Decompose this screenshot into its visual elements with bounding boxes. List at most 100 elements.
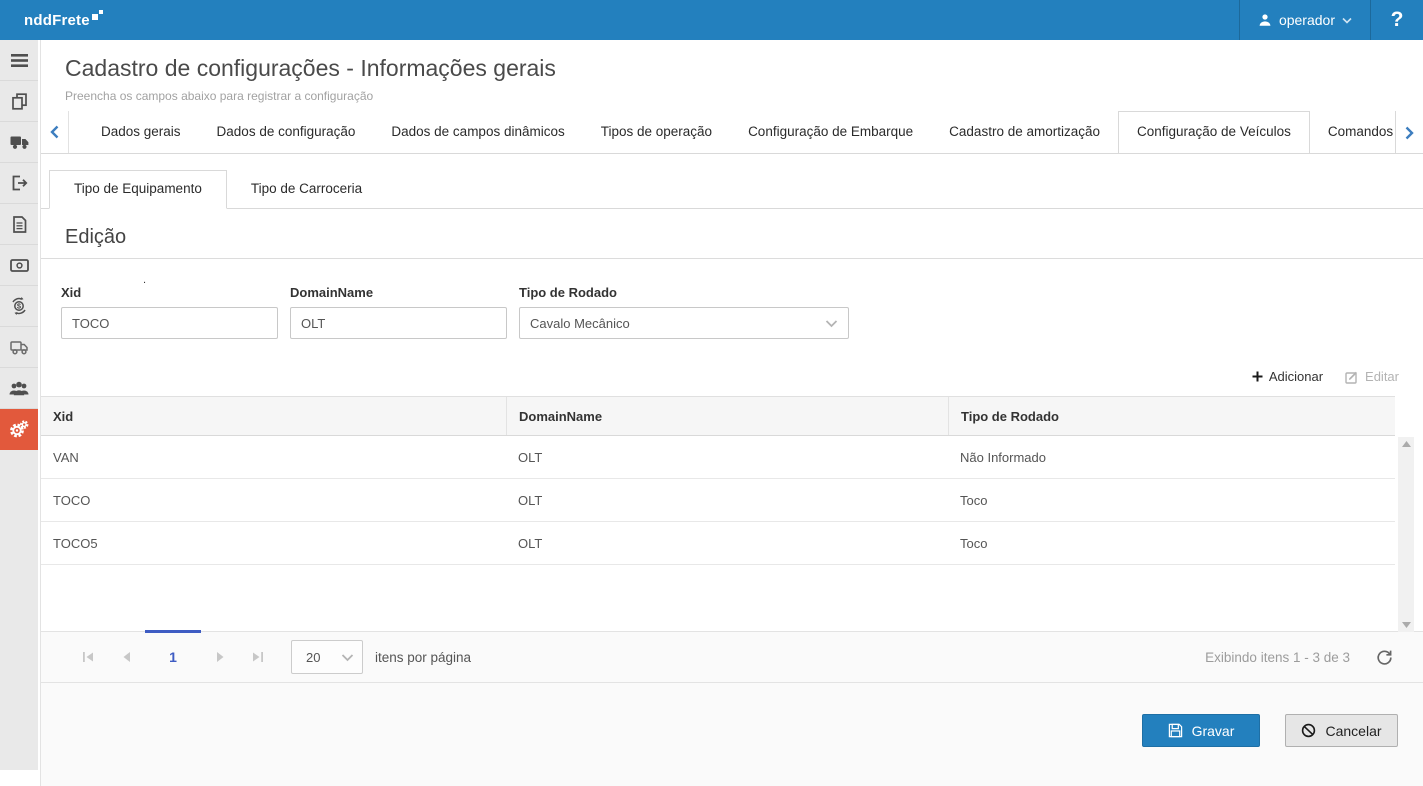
sidebar-item-menu[interactable]: [0, 40, 38, 81]
subtab-tipo-de-equipamento[interactable]: Tipo de Equipamento: [49, 170, 227, 209]
add-button[interactable]: Adicionar: [1252, 369, 1323, 384]
table-row[interactable]: TOCO OLT Toco: [41, 479, 1395, 522]
sidebar-item-settings[interactable]: [0, 409, 38, 450]
topbar: nddFrete operador ?: [0, 0, 1423, 40]
tipo-de-rodado-label: Tipo de Rodado: [519, 285, 849, 300]
sidebar-item-money[interactable]: [0, 245, 38, 286]
tipo-de-rodado-select[interactable]: Cavalo Mecânico: [519, 307, 849, 339]
arrow-right-icon: [216, 651, 225, 663]
row-cell: Toco: [948, 479, 1395, 521]
chevron-down-icon: [341, 653, 354, 662]
tipo-de-rodado-value: Cavalo Mecânico: [530, 316, 825, 331]
sidebar-item-copy[interactable]: [0, 81, 38, 122]
tab-dados-de-campos-dinamicos[interactable]: Dados de campos dinâmicos: [373, 111, 582, 153]
chevron-left-icon: [50, 125, 59, 139]
help-label: ?: [1391, 8, 1404, 32]
refresh-button[interactable]: [1376, 649, 1393, 666]
sidebar-item-delivery-truck[interactable]: [0, 327, 38, 368]
users-icon: [9, 381, 29, 396]
topbar-spacer: [103, 0, 1239, 40]
tabs-scroll-left-button[interactable]: [41, 111, 69, 153]
save-button-label: Gravar: [1192, 723, 1235, 739]
row-cell: TOCO5: [41, 522, 506, 564]
document-icon: [12, 216, 27, 233]
row-cell: VAN: [41, 436, 506, 478]
save-button[interactable]: Gravar: [1142, 714, 1260, 747]
user-menu[interactable]: operador: [1239, 0, 1371, 40]
tab-cadastro-de-amortizacao[interactable]: Cadastro de amortização: [931, 111, 1118, 153]
cancel-icon: [1301, 723, 1316, 738]
cancel-button-label: Cancelar: [1325, 723, 1381, 739]
edit-section-header: Edição: [41, 209, 1423, 259]
truck-icon: [10, 135, 29, 150]
add-button-label: Adicionar: [1269, 369, 1323, 384]
tab-configuracao-de-embarque[interactable]: Configuração de Embarque: [730, 111, 931, 153]
sidebar-item-users[interactable]: [0, 368, 38, 409]
table-row[interactable]: VAN OLT Não Informado: [41, 436, 1395, 479]
arrow-left-icon: [122, 651, 131, 663]
subtabstrip: Tipo de Equipamento Tipo de Carroceria: [41, 170, 1423, 209]
main-content: Cadastro de configurações - Informações …: [40, 40, 1423, 786]
grid-header-xid[interactable]: Xid: [41, 397, 506, 435]
edit-icon: [1345, 370, 1359, 384]
tab-dados-gerais[interactable]: Dados gerais: [83, 111, 199, 153]
tab-dados-de-configuracao[interactable]: Dados de configuração: [199, 111, 374, 153]
grid-header-domainname[interactable]: DomainName: [506, 397, 948, 435]
sign-out-icon: [11, 175, 28, 191]
xid-input[interactable]: [61, 307, 278, 339]
page-header: Cadastro de configurações - Informações …: [41, 40, 1423, 111]
tabs-scroll-right-button[interactable]: [1395, 111, 1423, 154]
sidebar-item-currency-exchange[interactable]: $: [0, 286, 38, 327]
copy-icon: [11, 93, 28, 110]
scroll-up-icon: [1402, 441, 1411, 447]
gears-icon: [9, 420, 29, 438]
pager-status: Exibindo itens 1 - 3 de 3: [1205, 650, 1350, 665]
money-bill-icon: [10, 259, 29, 272]
grid-actions: Adicionar Editar: [41, 369, 1423, 384]
page-size-select[interactable]: 20: [291, 640, 363, 674]
app-logo: nddFrete: [0, 0, 103, 40]
pager-last-button[interactable]: [239, 631, 277, 683]
seek-last-icon: [252, 651, 264, 663]
sidebar-item-truck[interactable]: [0, 122, 38, 163]
domainname-input[interactable]: [290, 307, 507, 339]
grid-empty-area: [41, 565, 1395, 631]
tab-tipos-de-operacao[interactable]: Tipos de operação: [583, 111, 730, 153]
footer-actions: Gravar Cancelar: [41, 683, 1423, 786]
sidebar-item-document[interactable]: [0, 204, 38, 245]
page-subtitle: Preencha os campos abaixo para registrar…: [65, 89, 1399, 103]
grid-vertical-scrollbar[interactable]: [1398, 437, 1414, 632]
chevron-down-icon: [1342, 17, 1352, 24]
grid-header-tipo-de-rodado[interactable]: Tipo de Rodado: [948, 397, 1395, 435]
tabstrip: Dados gerais Dados de configuração Dados…: [41, 111, 1423, 154]
user-icon: [1258, 13, 1272, 27]
sidebar-item-sign-out[interactable]: [0, 163, 38, 204]
row-cell: OLT: [506, 436, 948, 478]
page-size-value: 20: [306, 650, 341, 665]
row-cell: Não Informado: [948, 436, 1395, 478]
currency-exchange-icon: $: [10, 297, 28, 315]
domainname-label: DomainName: [290, 285, 507, 300]
table-row[interactable]: TOCO5 OLT Toco: [41, 522, 1395, 565]
cancel-button[interactable]: Cancelar: [1285, 714, 1398, 747]
tab-configuracao-de-veiculos[interactable]: Configuração de Veículos: [1118, 111, 1310, 154]
edit-form: . Xid DomainName Tipo de Rodado Cavalo M…: [41, 285, 1423, 339]
grid-header-row: Xid DomainName Tipo de Rodado: [41, 396, 1395, 436]
subtab-tipo-de-carroceria[interactable]: Tipo de Carroceria: [227, 170, 386, 208]
help-button[interactable]: ?: [1371, 0, 1423, 40]
pager-page-1[interactable]: 1: [145, 631, 201, 683]
pager: 1 20 itens por página Exibindo itens 1 -…: [41, 631, 1423, 683]
pager-first-button[interactable]: [69, 631, 107, 683]
menu-icon: [11, 54, 28, 67]
save-icon: [1168, 723, 1183, 738]
page-title: Cadastro de configurações - Informações …: [65, 53, 1399, 83]
chevron-down-icon: [825, 319, 838, 328]
equipment-grid: Xid DomainName Tipo de Rodado VAN OLT Nã…: [41, 396, 1423, 631]
pager-previous-button[interactable]: [107, 631, 145, 683]
brand-squares-icon: [92, 10, 103, 21]
current-page-number: 1: [169, 649, 177, 665]
row-cell: TOCO: [41, 479, 506, 521]
edit-button[interactable]: Editar: [1345, 369, 1399, 384]
pager-next-button[interactable]: [201, 631, 239, 683]
chevron-right-icon: [1405, 126, 1414, 140]
